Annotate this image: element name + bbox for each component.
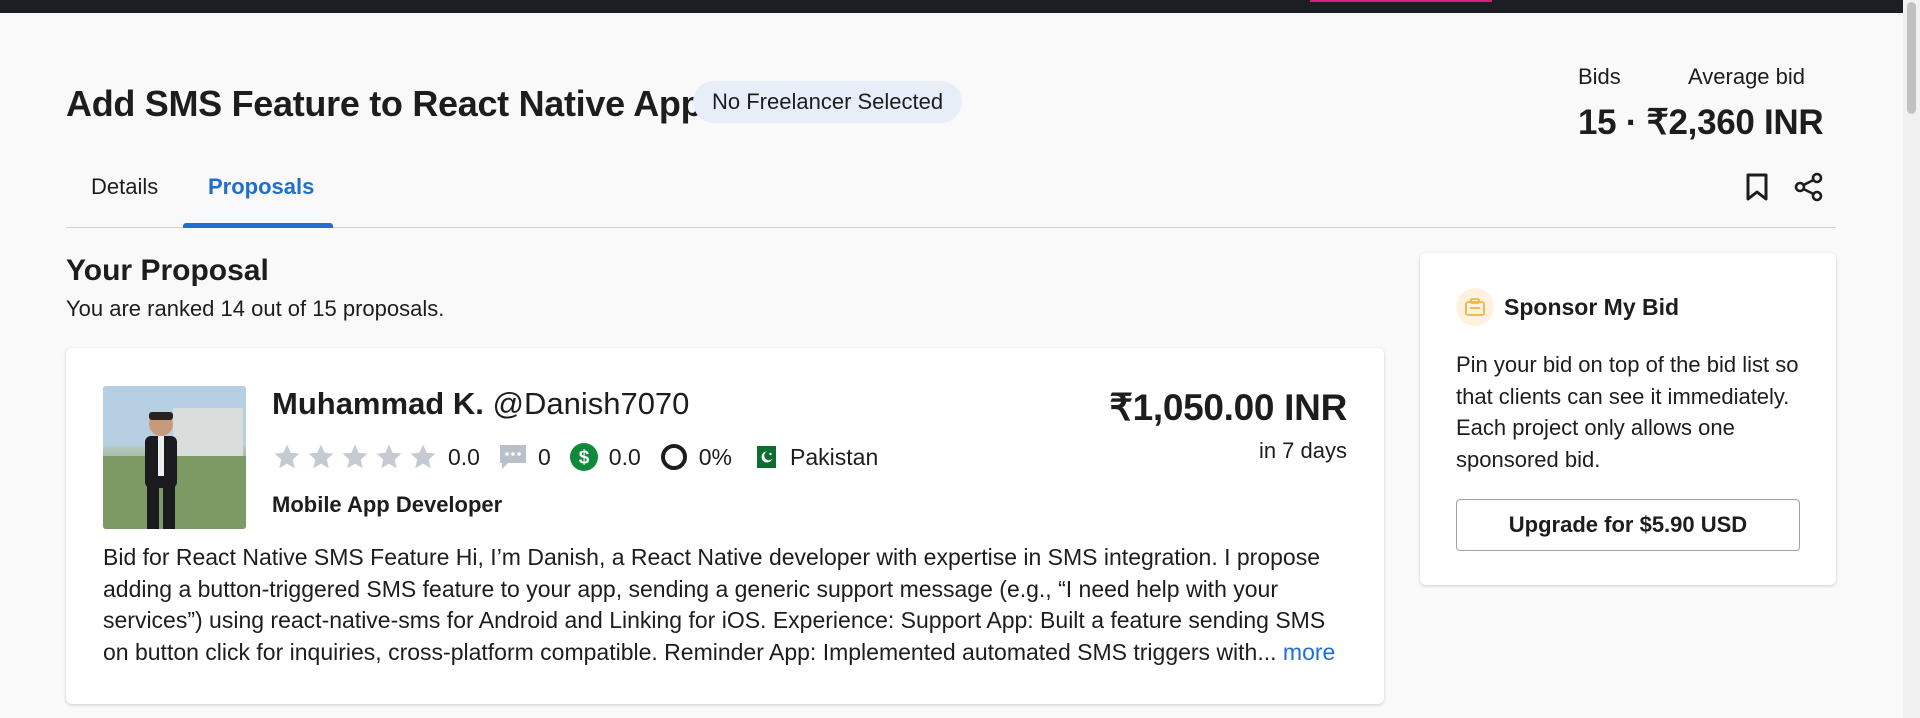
bids-label: Bids xyxy=(1578,64,1621,89)
svg-text:$: $ xyxy=(578,448,589,469)
money-icon: $ xyxy=(569,443,598,471)
status-badge: No Freelancer Selected xyxy=(693,81,963,123)
sponsor-description: Pin your bid on top of the bid list so t… xyxy=(1456,352,1799,472)
proposal-card: Muhammad K. @Danish7070 0.0 0 $ 0.0 0% P… xyxy=(66,348,1384,704)
star-icon xyxy=(410,444,436,469)
bid-price: ₹1,050.00 INR xyxy=(1109,387,1347,428)
top-navigation-bar xyxy=(0,0,1903,13)
country-name: Pakistan xyxy=(790,443,879,470)
star-icon xyxy=(376,444,402,469)
sponsor-title: Sponsor My Bid xyxy=(1504,294,1680,320)
avatar[interactable] xyxy=(103,386,246,529)
sponsor-icon xyxy=(1456,288,1494,326)
sponsor-card: Sponsor My Bid Pin your bid on top of th… xyxy=(1420,253,1836,585)
tab-proposals[interactable]: Proposals xyxy=(208,174,314,200)
project-title: Add SMS Feature to React Native App xyxy=(66,83,703,124)
star-icon xyxy=(274,444,300,469)
earnings-score: 0.0 xyxy=(608,443,641,470)
bid-summary: 15 · ₹2,360 INR xyxy=(1578,103,1824,142)
completion-ring-icon xyxy=(660,444,687,470)
your-proposal-heading: Your Proposal xyxy=(66,254,269,287)
rating-value: 0.0 xyxy=(448,443,480,470)
freelancer-username: @Danish7070 xyxy=(492,386,690,421)
project-tabs: Details Proposals xyxy=(66,158,1836,228)
upgrade-button[interactable]: Upgrade for $5.90 USD xyxy=(1456,499,1800,551)
top-bar-accent xyxy=(1310,0,1492,2)
more-link[interactable]: more xyxy=(1283,639,1335,665)
proposal-rank: You are ranked 14 out of 15 proposals. xyxy=(66,296,445,321)
freelancer-name-row: Muhammad K. @Danish7070 xyxy=(272,386,689,422)
scrollbar-thumb[interactable] xyxy=(1907,2,1916,114)
star-icon xyxy=(308,444,334,469)
completion-rate: 0% xyxy=(698,443,733,470)
delivery-time: in 7 days xyxy=(1258,438,1347,463)
proposal-description: Bid for React Native SMS Feature Hi, I’m… xyxy=(103,542,1353,668)
star-icon xyxy=(342,444,368,469)
bookmark-icon[interactable] xyxy=(1740,170,1774,204)
pakistan-flag-icon xyxy=(750,446,777,468)
proposal-description-text: Bid for React Native SMS Feature Hi, I’m… xyxy=(103,544,1326,665)
share-icon[interactable] xyxy=(1792,170,1826,204)
star-rating xyxy=(272,442,438,472)
page-scrollbar[interactable] xyxy=(1903,0,1920,718)
freelancer-role: Mobile App Developer xyxy=(272,492,503,517)
tab-details[interactable]: Details xyxy=(91,174,158,200)
active-tab-indicator xyxy=(183,223,333,228)
comment-icon xyxy=(499,445,526,469)
average-bid-label: Average bid xyxy=(1688,64,1806,89)
review-count: 0 xyxy=(537,443,551,470)
freelancer-name[interactable]: Muhammad K. xyxy=(272,386,484,421)
freelancer-meta: 0.0 0 $ 0.0 0% Pakistan xyxy=(272,440,878,474)
